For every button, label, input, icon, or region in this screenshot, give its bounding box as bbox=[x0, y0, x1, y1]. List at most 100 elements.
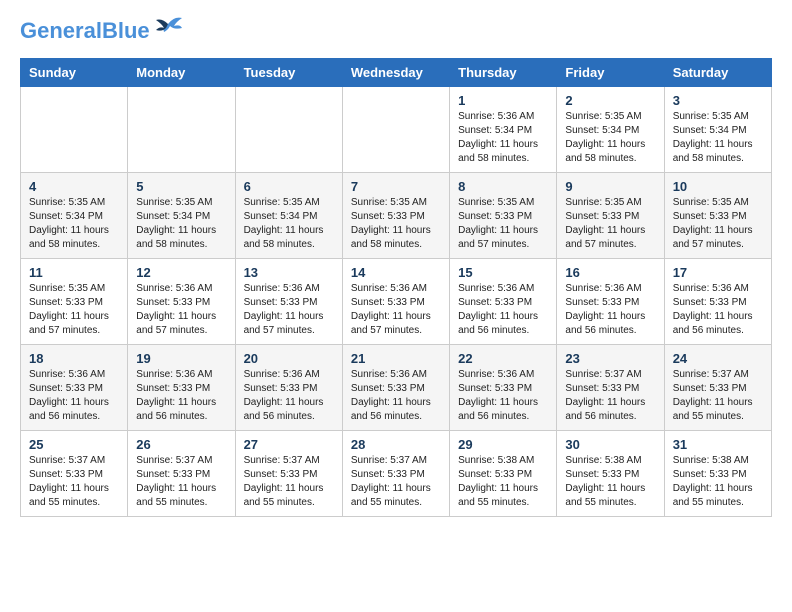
calendar-cell: 13 Sunrise: 5:36 AM Sunset: 5:33 PM Dayli… bbox=[235, 259, 342, 345]
calendar-cell: 2 Sunrise: 5:35 AM Sunset: 5:34 PM Daylig… bbox=[557, 87, 664, 173]
day-info: Sunrise: 5:36 AM Sunset: 5:34 PM Dayligh… bbox=[458, 110, 548, 166]
day-info: Sunrise: 5:37 AM Sunset: 5:33 PM Dayligh… bbox=[29, 454, 119, 510]
day-number: 19 bbox=[136, 351, 226, 366]
day-number: 7 bbox=[351, 179, 441, 194]
day-number: 3 bbox=[673, 93, 763, 108]
day-number: 6 bbox=[244, 179, 334, 194]
day-number: 13 bbox=[244, 265, 334, 280]
calendar-cell: 4Sunrise: 5:35 AM Sunset: 5:34 PM Daylig… bbox=[21, 173, 128, 259]
day-number: 12 bbox=[136, 265, 226, 280]
week-row-2: 4Sunrise: 5:35 AM Sunset: 5:34 PM Daylig… bbox=[21, 173, 772, 259]
day-info: Sunrise: 5:35 AM Sunset: 5:34 PM Dayligh… bbox=[673, 110, 763, 166]
calendar-cell: 10 Sunrise: 5:35 AM Sunset: 5:33 PM Dayli… bbox=[664, 173, 771, 259]
day-info: Sunrise: 5:36 AM Sunset: 5:33 PM Dayligh… bbox=[458, 282, 548, 338]
calendar-cell: 28Sunrise: 5:37 AM Sunset: 5:33 PM Dayli… bbox=[342, 431, 449, 517]
day-info: Sunrise: 5:35 AM Sunset: 5:34 PM Dayligh… bbox=[244, 196, 334, 252]
day-number: 16 bbox=[565, 265, 655, 280]
day-info: Sunrise: 5:36 AM Sunset: 5:33 PM Dayligh… bbox=[136, 368, 226, 424]
day-info: Sunrise: 5:37 AM Sunset: 5:33 PM Dayligh… bbox=[244, 454, 334, 510]
calendar-cell: 29 Sunrise: 5:38 AM Sunset: 5:33 PM Dayli… bbox=[450, 431, 557, 517]
calendar-header-row: SundayMondayTuesdayWednesdayThursdayFrid… bbox=[21, 59, 772, 87]
calendar-cell: 5Sunrise: 5:35 AM Sunset: 5:34 PM Daylig… bbox=[128, 173, 235, 259]
calendar-cell bbox=[21, 87, 128, 173]
day-number: 23 bbox=[565, 351, 655, 366]
day-number: 8 bbox=[458, 179, 548, 194]
week-row-5: 25 Sunrise: 5:37 AM Sunset: 5:33 PM Dayli… bbox=[21, 431, 772, 517]
day-info: Sunrise: 5:35 AM Sunset: 5:34 PM Dayligh… bbox=[136, 196, 226, 252]
calendar-table: SundayMondayTuesdayWednesdayThursdayFrid… bbox=[20, 58, 772, 517]
calendar-cell: 21 Sunrise: 5:36 AM Sunset: 5:33 PM Dayli… bbox=[342, 345, 449, 431]
day-info: Sunrise: 5:36 AM Sunset: 5:33 PM Dayligh… bbox=[351, 282, 441, 338]
column-header-monday: Monday bbox=[128, 59, 235, 87]
column-header-saturday: Saturday bbox=[664, 59, 771, 87]
calendar-cell: 25 Sunrise: 5:37 AM Sunset: 5:33 PM Dayli… bbox=[21, 431, 128, 517]
calendar-cell: 12 Sunrise: 5:36 AM Sunset: 5:33 PM Dayli… bbox=[128, 259, 235, 345]
day-number: 31 bbox=[673, 437, 763, 452]
calendar-cell bbox=[128, 87, 235, 173]
day-info: Sunrise: 5:35 AM Sunset: 5:34 PM Dayligh… bbox=[565, 110, 655, 166]
week-row-3: 11Sunrise: 5:35 AM Sunset: 5:33 PM Dayli… bbox=[21, 259, 772, 345]
calendar-cell bbox=[342, 87, 449, 173]
day-number: 1 bbox=[458, 93, 548, 108]
calendar-cell: 11Sunrise: 5:35 AM Sunset: 5:33 PM Dayli… bbox=[21, 259, 128, 345]
day-number: 25 bbox=[29, 437, 119, 452]
day-info: Sunrise: 5:35 AM Sunset: 5:33 PM Dayligh… bbox=[458, 196, 548, 252]
calendar-cell: 30Sunrise: 5:38 AM Sunset: 5:33 PM Dayli… bbox=[557, 431, 664, 517]
day-number: 17 bbox=[673, 265, 763, 280]
day-info: Sunrise: 5:35 AM Sunset: 5:34 PM Dayligh… bbox=[29, 196, 119, 252]
day-info: Sunrise: 5:35 AM Sunset: 5:33 PM Dayligh… bbox=[673, 196, 763, 252]
day-number: 20 bbox=[244, 351, 334, 366]
day-number: 26 bbox=[136, 437, 226, 452]
day-info: Sunrise: 5:36 AM Sunset: 5:33 PM Dayligh… bbox=[351, 368, 441, 424]
day-number: 11 bbox=[29, 265, 119, 280]
day-number: 14 bbox=[351, 265, 441, 280]
calendar-cell: 22 Sunrise: 5:36 AM Sunset: 5:33 PM Dayli… bbox=[450, 345, 557, 431]
page-header: GeneralBlue bbox=[20, 20, 772, 42]
calendar-cell bbox=[235, 87, 342, 173]
day-number: 22 bbox=[458, 351, 548, 366]
column-header-wednesday: Wednesday bbox=[342, 59, 449, 87]
day-number: 28 bbox=[351, 437, 441, 452]
day-info: Sunrise: 5:38 AM Sunset: 5:33 PM Dayligh… bbox=[565, 454, 655, 510]
calendar-cell: 18 Sunrise: 5:36 AM Sunset: 5:33 PM Dayli… bbox=[21, 345, 128, 431]
column-header-tuesday: Tuesday bbox=[235, 59, 342, 87]
day-info: Sunrise: 5:36 AM Sunset: 5:33 PM Dayligh… bbox=[136, 282, 226, 338]
day-number: 29 bbox=[458, 437, 548, 452]
day-number: 9 bbox=[565, 179, 655, 194]
day-number: 21 bbox=[351, 351, 441, 366]
day-info: Sunrise: 5:35 AM Sunset: 5:33 PM Dayligh… bbox=[565, 196, 655, 252]
calendar-cell: 9 Sunrise: 5:35 AM Sunset: 5:33 PM Daylig… bbox=[557, 173, 664, 259]
day-info: Sunrise: 5:37 AM Sunset: 5:33 PM Dayligh… bbox=[673, 368, 763, 424]
calendar-cell: 17 Sunrise: 5:36 AM Sunset: 5:33 PM Dayli… bbox=[664, 259, 771, 345]
calendar-cell: 16 Sunrise: 5:36 AM Sunset: 5:33 PM Dayli… bbox=[557, 259, 664, 345]
calendar-cell: 20 Sunrise: 5:36 AM Sunset: 5:33 PM Dayli… bbox=[235, 345, 342, 431]
day-info: Sunrise: 5:38 AM Sunset: 5:33 PM Dayligh… bbox=[458, 454, 548, 510]
calendar-cell: 1 Sunrise: 5:36 AM Sunset: 5:34 PM Daylig… bbox=[450, 87, 557, 173]
day-number: 18 bbox=[29, 351, 119, 366]
calendar-cell: 19 Sunrise: 5:36 AM Sunset: 5:33 PM Dayli… bbox=[128, 345, 235, 431]
day-info: Sunrise: 5:36 AM Sunset: 5:33 PM Dayligh… bbox=[244, 368, 334, 424]
day-number: 10 bbox=[673, 179, 763, 194]
calendar-cell: 31 Sunrise: 5:38 AM Sunset: 5:33 PM Dayli… bbox=[664, 431, 771, 517]
calendar-cell: 27 Sunrise: 5:37 AM Sunset: 5:33 PM Dayli… bbox=[235, 431, 342, 517]
day-info: Sunrise: 5:36 AM Sunset: 5:33 PM Dayligh… bbox=[29, 368, 119, 424]
day-number: 15 bbox=[458, 265, 548, 280]
week-row-1: 1 Sunrise: 5:36 AM Sunset: 5:34 PM Daylig… bbox=[21, 87, 772, 173]
day-info: Sunrise: 5:38 AM Sunset: 5:33 PM Dayligh… bbox=[673, 454, 763, 510]
day-number: 27 bbox=[244, 437, 334, 452]
day-info: Sunrise: 5:36 AM Sunset: 5:33 PM Dayligh… bbox=[458, 368, 548, 424]
column-header-thursday: Thursday bbox=[450, 59, 557, 87]
day-info: Sunrise: 5:36 AM Sunset: 5:33 PM Dayligh… bbox=[673, 282, 763, 338]
week-row-4: 18 Sunrise: 5:36 AM Sunset: 5:33 PM Dayli… bbox=[21, 345, 772, 431]
logo-bird-icon bbox=[154, 16, 182, 36]
logo: GeneralBlue bbox=[20, 20, 182, 42]
calendar-cell: 24Sunrise: 5:37 AM Sunset: 5:33 PM Dayli… bbox=[664, 345, 771, 431]
calendar-cell: 14 Sunrise: 5:36 AM Sunset: 5:33 PM Dayli… bbox=[342, 259, 449, 345]
day-info: Sunrise: 5:36 AM Sunset: 5:33 PM Dayligh… bbox=[565, 282, 655, 338]
day-number: 2 bbox=[565, 93, 655, 108]
calendar-cell: 15 Sunrise: 5:36 AM Sunset: 5:33 PM Dayli… bbox=[450, 259, 557, 345]
calendar-cell: 6 Sunrise: 5:35 AM Sunset: 5:34 PM Daylig… bbox=[235, 173, 342, 259]
day-info: Sunrise: 5:36 AM Sunset: 5:33 PM Dayligh… bbox=[244, 282, 334, 338]
calendar-cell: 26Sunrise: 5:37 AM Sunset: 5:33 PM Dayli… bbox=[128, 431, 235, 517]
column-header-friday: Friday bbox=[557, 59, 664, 87]
